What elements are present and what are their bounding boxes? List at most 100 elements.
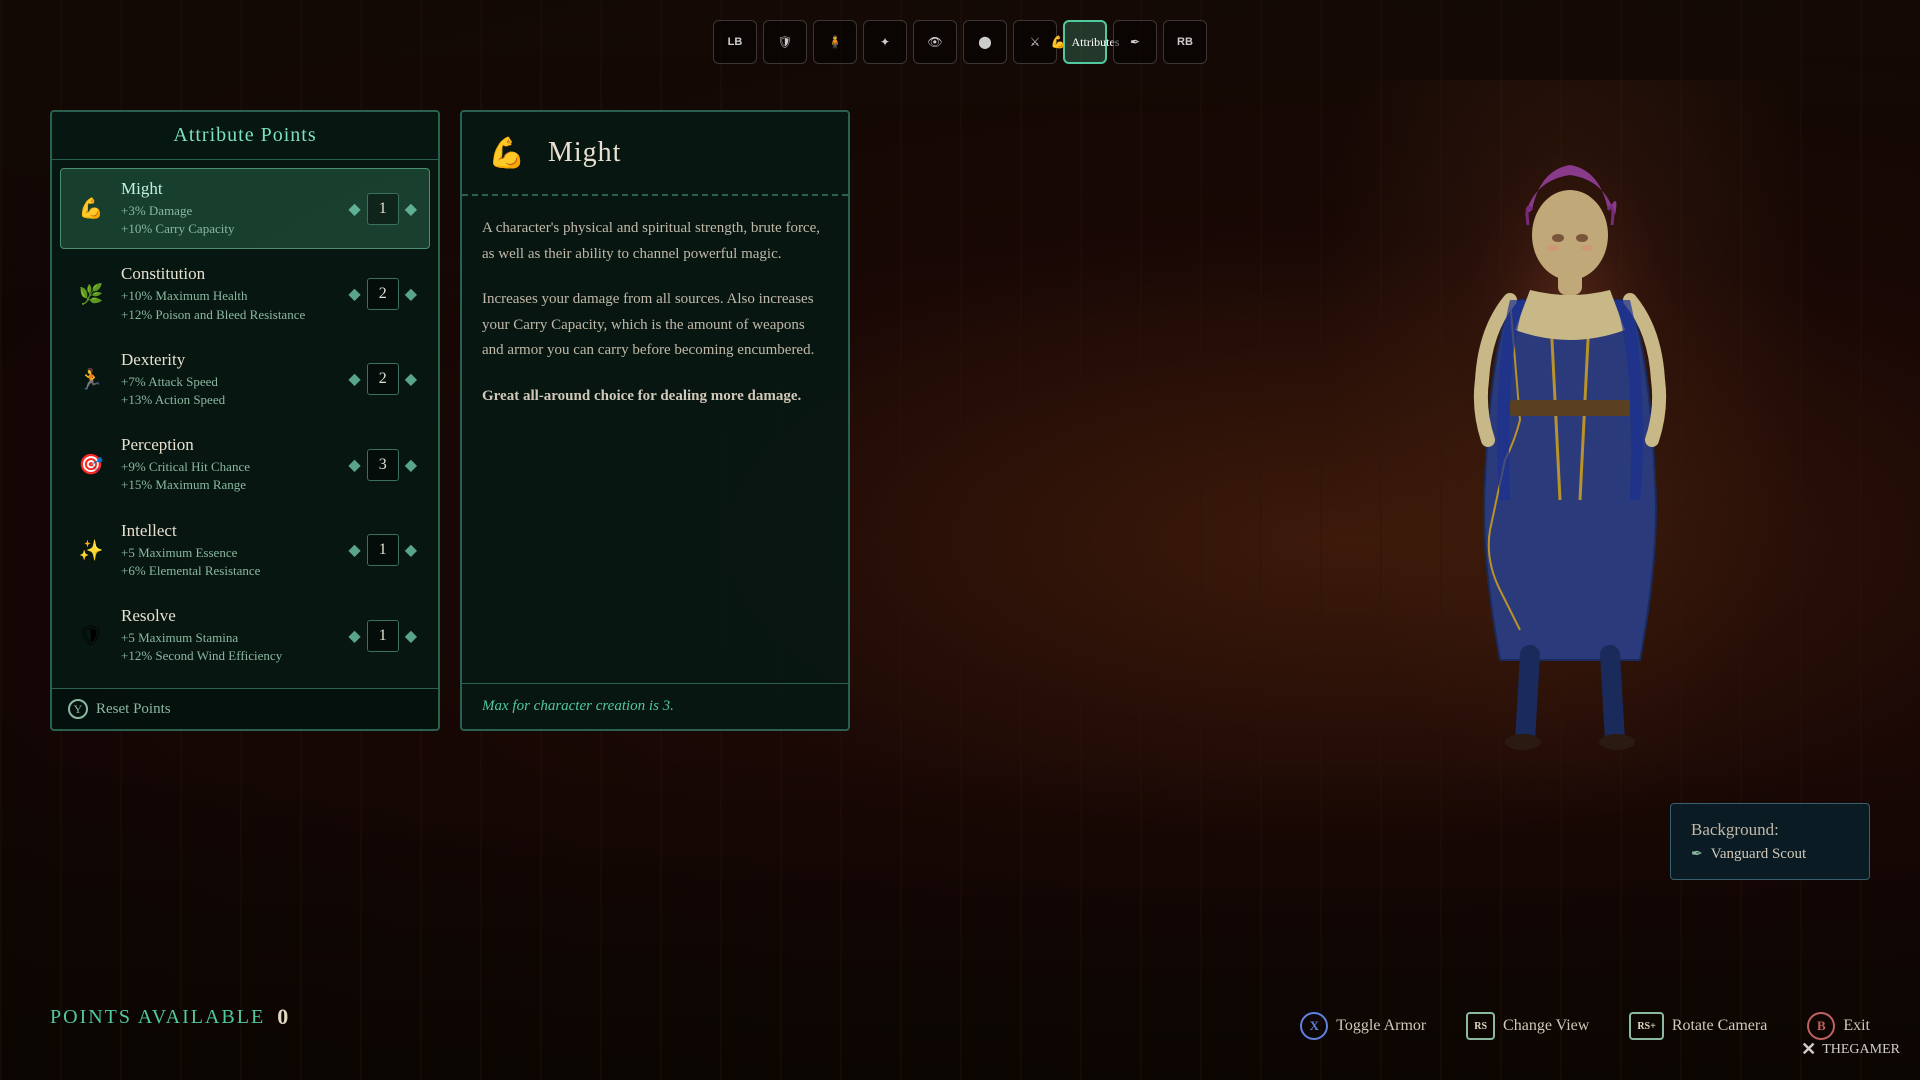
perception-increase-button[interactable]: ◆ xyxy=(405,455,417,475)
intellect-increase-button[interactable]: ◆ xyxy=(405,540,417,560)
exit-label: Exit xyxy=(1843,1017,1870,1035)
eye-icon: 👁 xyxy=(927,35,942,50)
nav-eye-button[interactable]: 👁 xyxy=(913,20,957,64)
reset-points-button[interactable]: Y Reset Points xyxy=(52,688,438,729)
intellect-name: Intellect xyxy=(121,521,348,541)
nav-shield-button[interactable]: 🛡 xyxy=(763,20,807,64)
might-attribute-icon: 💪 xyxy=(73,191,109,227)
intellect-controls: ◆ 1 ◆ xyxy=(348,534,417,566)
perception-decrease-button[interactable]: ◆ xyxy=(348,455,360,475)
attribute-item-dexterity[interactable]: 🏃 Dexterity +7% Attack Speed +13% Action… xyxy=(60,339,430,420)
nav-lb-button[interactable]: LB xyxy=(713,20,757,64)
person-icon: 🧍 xyxy=(828,35,843,50)
detail-footer: Max for character creation is 3. xyxy=(462,683,848,729)
might-icon: 💪 xyxy=(1051,35,1066,50)
detail-panel: 💪 Might A character's physical and spiri… xyxy=(460,110,850,731)
background-card-label: Background: xyxy=(1691,820,1849,840)
intellect-bonus: +5 Maximum Essence +6% Elemental Resista… xyxy=(121,544,348,580)
intellect-value: 1 xyxy=(367,534,399,566)
perception-name: Perception xyxy=(121,435,348,455)
character-preview-area xyxy=(1320,80,1820,830)
change-view-button[interactable]: RS Change View xyxy=(1466,1012,1589,1040)
perception-info: Perception +9% Critical Hit Chance +15% … xyxy=(121,435,348,494)
nav-attributes-button[interactable]: 💪 Attributes xyxy=(1063,20,1107,64)
intellect-attribute-icon: ✨ xyxy=(73,532,109,568)
dexterity-increase-button[interactable]: ◆ xyxy=(405,369,417,389)
shield-icon: 🛡 xyxy=(777,35,792,50)
constitution-info: Constitution +10% Maximum Health +12% Po… xyxy=(121,264,348,323)
toggle-armor-button[interactable]: X Toggle Armor xyxy=(1300,1012,1426,1040)
background-card-value: ✒ Vanguard Scout xyxy=(1691,846,1849,863)
detail-description: A character's physical and spiritual str… xyxy=(482,216,828,267)
constitution-decrease-button[interactable]: ◆ xyxy=(348,284,360,304)
detail-title: Might xyxy=(548,137,621,169)
might-info: Might +3% Damage +10% Carry Capacity xyxy=(121,179,348,238)
might-bonus: +3% Damage +10% Carry Capacity xyxy=(121,202,348,238)
points-available-section: POINTS AVAILABLE 0 xyxy=(50,1004,288,1030)
nav-skills-button[interactable]: ✦ xyxy=(863,20,907,64)
nav-quill-button[interactable]: ✒ xyxy=(1113,20,1157,64)
dexterity-attribute-icon: 🏃 xyxy=(73,361,109,397)
might-increase-button[interactable]: ◆ xyxy=(405,199,417,219)
nav-circle-button[interactable]: ⬤ xyxy=(963,20,1007,64)
exit-button[interactable]: B Exit xyxy=(1807,1012,1870,1040)
perception-attribute-icon: 🎯 xyxy=(73,447,109,483)
attribute-item-might[interactable]: 💪 Might +3% Damage +10% Carry Capacity ◆… xyxy=(60,168,430,249)
sword-icon: ⚔ xyxy=(1030,35,1041,50)
intellect-decrease-button[interactable]: ◆ xyxy=(348,540,360,560)
change-view-label: Change View xyxy=(1503,1017,1589,1035)
x-button-key: X xyxy=(1300,1012,1328,1040)
perception-controls: ◆ 3 ◆ xyxy=(348,449,417,481)
resolve-increase-button[interactable]: ◆ xyxy=(405,626,417,646)
might-name: Might xyxy=(121,179,348,199)
attribute-panel: Attribute Points 💪 Might +3% Damage +10%… xyxy=(50,110,440,731)
dexterity-bonus: +7% Attack Speed +13% Action Speed xyxy=(121,373,348,409)
constitution-increase-button[interactable]: ◆ xyxy=(405,284,417,304)
perception-value: 3 xyxy=(367,449,399,481)
might-decrease-button[interactable]: ◆ xyxy=(348,199,360,219)
attribute-item-perception[interactable]: 🎯 Perception +9% Critical Hit Chance +15… xyxy=(60,424,430,505)
attribute-list: 💪 Might +3% Damage +10% Carry Capacity ◆… xyxy=(52,160,438,688)
nav-rb-button[interactable]: RB xyxy=(1163,20,1207,64)
detail-highlight: Great all-around choice for dealing more… xyxy=(482,384,828,410)
dexterity-controls: ◆ 2 ◆ xyxy=(348,363,417,395)
intellect-info: Intellect +5 Maximum Essence +6% Element… xyxy=(121,521,348,580)
watermark-symbol: ✕ xyxy=(1801,1039,1816,1060)
perception-bonus: +9% Critical Hit Chance +15% Maximum Ran… xyxy=(121,458,348,494)
character-figure xyxy=(1410,100,1730,750)
constitution-value: 2 xyxy=(367,278,399,310)
points-available-label: POINTS AVAILABLE xyxy=(50,1006,265,1029)
top-navigation: LB 🛡 🧍 ✦ 👁 ⬤ ⚔ 💪 Attributes ✒ RB xyxy=(713,20,1207,64)
lb-label: LB xyxy=(728,36,743,48)
nav-character-button[interactable]: 🧍 xyxy=(813,20,857,64)
bottom-action-bar: X Toggle Armor RS Change View RS+ Rotate… xyxy=(1300,1012,1870,1040)
constitution-attribute-icon: 🌿 xyxy=(73,276,109,312)
detail-mechanics: Increases your damage from all sources. … xyxy=(482,287,828,364)
star-icon: ✦ xyxy=(880,35,890,50)
attribute-item-resolve[interactable]: 🛡 Resolve +5 Maximum Stamina +12% Second… xyxy=(60,595,430,676)
reset-label: Reset Points xyxy=(96,701,171,718)
background-card: Background: ✒ Vanguard Scout xyxy=(1670,803,1870,880)
circle-icon: ⬤ xyxy=(978,35,991,50)
resolve-info: Resolve +5 Maximum Stamina +12% Second W… xyxy=(121,606,348,665)
resolve-value: 1 xyxy=(367,620,399,652)
constitution-controls: ◆ 2 ◆ xyxy=(348,278,417,310)
dexterity-decrease-button[interactable]: ◆ xyxy=(348,369,360,389)
attribute-item-constitution[interactable]: 🌿 Constitution +10% Maximum Health +12% … xyxy=(60,253,430,334)
main-content: Attribute Points 💪 Might +3% Damage +10%… xyxy=(50,110,850,731)
toggle-armor-label: Toggle Armor xyxy=(1336,1017,1426,1035)
attribute-item-intellect[interactable]: ✨ Intellect +5 Maximum Essence +6% Eleme… xyxy=(60,510,430,591)
dexterity-name: Dexterity xyxy=(121,350,348,370)
quill-icon: ✒ xyxy=(1130,35,1140,50)
dexterity-value: 2 xyxy=(367,363,399,395)
watermark: ✕ THEGAMER xyxy=(1801,1039,1900,1060)
background-card-icon: ✒ xyxy=(1691,846,1703,863)
might-controls: ◆ 1 ◆ xyxy=(348,193,417,225)
rotate-camera-button[interactable]: RS+ Rotate Camera xyxy=(1629,1012,1767,1040)
detail-body: A character's physical and spiritual str… xyxy=(462,196,848,683)
points-available-value: 0 xyxy=(277,1004,288,1030)
dexterity-info: Dexterity +7% Attack Speed +13% Action S… xyxy=(121,350,348,409)
detail-attribute-icon: 💪 xyxy=(482,128,532,178)
rb-label: RB xyxy=(1177,36,1193,48)
resolve-decrease-button[interactable]: ◆ xyxy=(348,626,360,646)
